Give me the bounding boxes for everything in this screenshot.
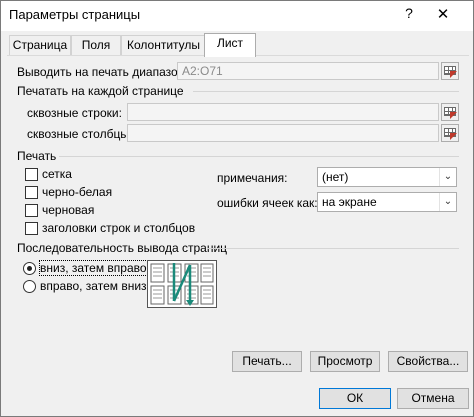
help-button[interactable]: ? (399, 5, 419, 21)
over-then-down-label: вправо, затем вниз (40, 279, 147, 293)
title-bar: Параметры страницы ? ✕ (1, 1, 473, 31)
page-order-preview-icon (147, 260, 217, 308)
over-then-down-radio[interactable] (23, 280, 36, 293)
black-and-white-label: черно-белая (42, 185, 113, 199)
row-col-headings-label: заголовки строк и столбцов (42, 221, 196, 235)
tab-page[interactable]: Страница (9, 35, 71, 55)
gridlines-checkbox[interactable] (25, 168, 38, 181)
tab-header-footer[interactable]: Колонтитулы (121, 35, 206, 55)
print-titles-divider (193, 91, 459, 92)
dialog-title: Параметры страницы (9, 7, 141, 22)
down-then-over-radio[interactable] (23, 262, 36, 275)
cols-collapse-button[interactable] (441, 124, 459, 142)
comments-value: (нет) (322, 170, 349, 184)
draft-quality-label: черновая (42, 203, 95, 217)
rows-collapse-button[interactable] (441, 103, 459, 121)
print-titles-heading: Печатать на каждой странице (17, 84, 184, 98)
chevron-down-icon: ⌄ (439, 168, 456, 186)
comments-label: примечания: (217, 171, 288, 185)
ok-button[interactable]: ОК (319, 388, 391, 409)
gridlines-label: сетка (42, 167, 72, 181)
chevron-down-icon: ⌄ (439, 193, 456, 211)
page-order-divider (207, 248, 459, 249)
cell-errors-select[interactable]: на экране ⌄ (317, 192, 457, 212)
cell-errors-value: на экране (322, 195, 377, 209)
cell-errors-label: ошибки ячеек как: (217, 196, 318, 210)
rows-to-repeat-input[interactable] (127, 103, 439, 121)
print-area-label: Выводить на печать диапазон: (17, 65, 188, 79)
print-button[interactable]: Печать... (232, 351, 302, 372)
cols-to-repeat-input[interactable] (127, 124, 439, 142)
close-button[interactable]: ✕ (433, 5, 453, 23)
tab-sheet[interactable]: Лист (204, 33, 256, 57)
cancel-button[interactable]: Отмена (397, 388, 469, 409)
print-divider (59, 156, 459, 157)
print-area-collapse-button[interactable] (441, 62, 459, 80)
print-heading: Печать (17, 149, 57, 163)
down-then-over-label: вниз, затем вправо (39, 260, 148, 276)
page-setup-dialog: Параметры страницы ? ✕ Страница Поля Кол… (0, 0, 474, 417)
rows-to-repeat-label: сквозные строки: (27, 106, 122, 120)
tab-margins[interactable]: Поля (71, 35, 121, 55)
draft-quality-checkbox[interactable] (25, 204, 38, 217)
print-area-input[interactable]: A2:O71 (177, 62, 439, 80)
row-col-headings-checkbox[interactable] (25, 222, 38, 235)
print-preview-button[interactable]: Просмотр (310, 351, 380, 372)
page-order-heading: Последовательность вывода страниц (17, 241, 228, 255)
cols-to-repeat-label: сквозные столбцы: (27, 127, 133, 141)
options-button[interactable]: Свойства... (388, 351, 468, 372)
page-order-diagram (150, 263, 214, 306)
comments-select[interactable]: (нет) ⌄ (317, 167, 457, 187)
black-and-white-checkbox[interactable] (25, 186, 38, 199)
